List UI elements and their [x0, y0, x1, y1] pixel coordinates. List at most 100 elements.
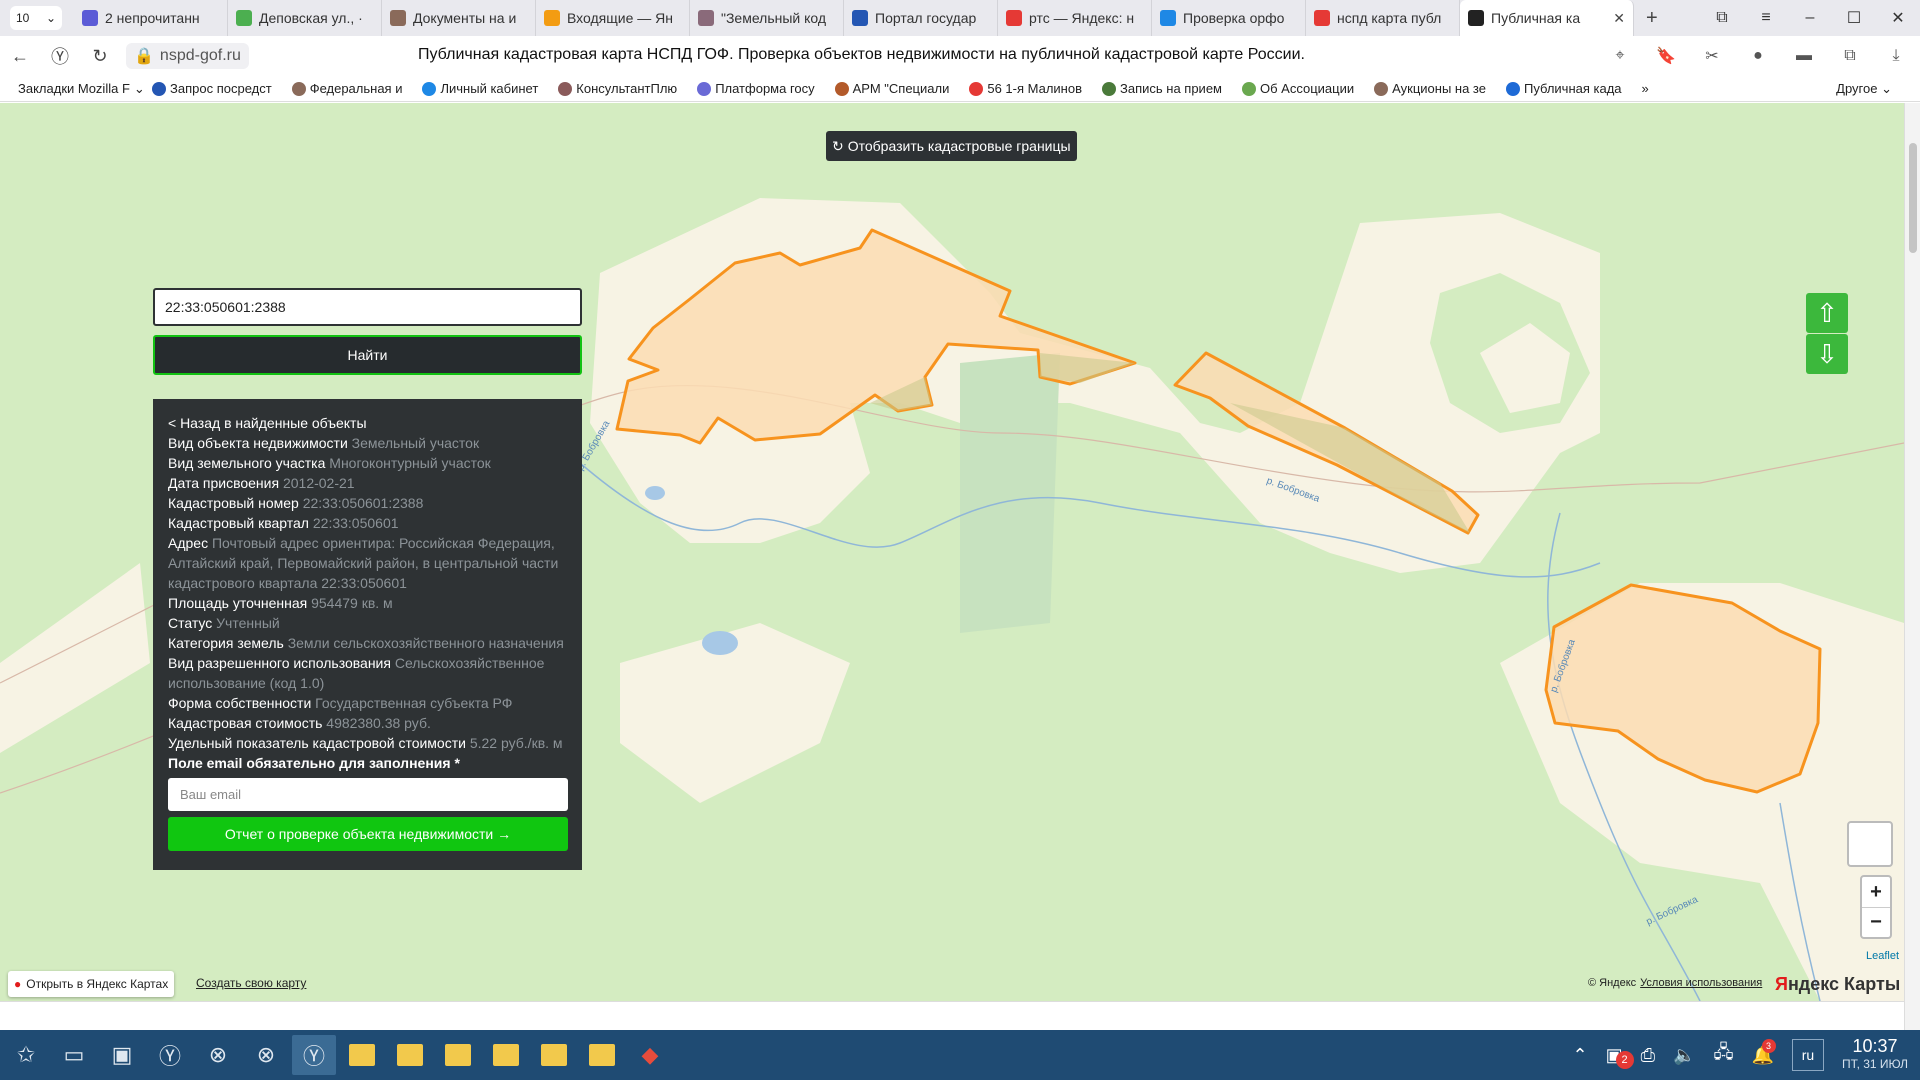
scrollbar-thumb[interactable] [1909, 143, 1917, 253]
arrow-up-button[interactable]: ⇧ [1806, 293, 1848, 333]
report-button[interactable]: Отчет о проверке объекта недвижимости → [168, 817, 568, 851]
open-in-yandex-button[interactable]: ● Открыть в Яндекс Картах [8, 971, 175, 997]
folder-icon[interactable] [484, 1035, 528, 1075]
bookmark-item[interactable]: Публичная када [1496, 81, 1632, 96]
tray-expand-icon[interactable]: ⌃ [1573, 1045, 1588, 1066]
chevron-down-icon: ⌄ [133, 80, 142, 96]
page-title: Публичная кадастровая карта НСПД ГОФ. Пр… [418, 46, 1305, 63]
folder-icon[interactable] [340, 1035, 384, 1075]
notifications-icon[interactable]: 🔔 3 [1752, 1038, 1776, 1066]
bookmark-icon [1102, 81, 1116, 96]
bookmark-item[interactable]: Платформа госу [687, 81, 824, 96]
bookmark-item[interactable]: Запись на прием [1092, 81, 1232, 96]
folder-icon[interactable] [388, 1035, 432, 1075]
clock-date: ПТ, 31 ИЮЛ [1841, 1057, 1908, 1071]
extension-icon[interactable]: ✂ [1698, 42, 1726, 70]
yandex-browser-active-icon[interactable]: Ⓨ [292, 1035, 336, 1075]
tab-1[interactable]: 2 непрочитанн [74, 0, 228, 36]
bookmark-icon [422, 81, 437, 96]
info-label: Дата присвоения [168, 475, 280, 491]
bookmark-icon[interactable]: 🔖 [1652, 42, 1680, 70]
open-land-area [0, 563, 150, 753]
messenger-icon[interactable]: ▣ 2 [1606, 1045, 1634, 1069]
window-switcher-icon[interactable]: ▭ [52, 1035, 96, 1075]
tab-9[interactable]: нспд карта публ [1306, 0, 1460, 36]
map-view[interactable]: р. Бобровка р. Бобровка р. Бобровка р. Б… [0, 103, 1904, 1001]
language-indicator[interactable]: ru [1791, 1039, 1824, 1071]
tab-6[interactable]: Портал государ [844, 0, 998, 36]
layers-control[interactable] [1847, 821, 1893, 867]
volume-icon[interactable]: 🔈 [1673, 1045, 1695, 1066]
arrow-down-button[interactable]: ⇩ [1806, 334, 1848, 374]
tab-7[interactable]: ртс — Яндекс: н [998, 0, 1152, 36]
system-tray: ⌃ ▣ 2 ⎙ 🔈 🖧 🔔 3 ru 10:37 ПТ, 31 ИЮЛ [1573, 1030, 1920, 1080]
email-input[interactable]: Ваш email [168, 778, 568, 811]
menu-icon[interactable]: ≡ [1744, 9, 1788, 27]
bookmark-item[interactable]: Федеральная и [282, 81, 413, 96]
other-bookmarks[interactable]: Другое ⌄ [1836, 81, 1892, 97]
tab-5[interactable]: "Земельный код [690, 0, 844, 36]
clock[interactable]: 10:37 ПТ, 31 ИЮЛ [1842, 1037, 1908, 1073]
yandex-icon[interactable]: Ⓨ [40, 43, 80, 69]
show-cadastral-borders-button[interactable]: ↻ Отобразить кадастровые границы [826, 131, 1077, 161]
bookmark-item[interactable]: 56 1-я Малинов [959, 81, 1092, 96]
close-tab-icon[interactable]: ✕ [1613, 10, 1625, 27]
app-icon[interactable]: ◆ [628, 1035, 672, 1075]
close-circle-icon[interactable]: ⊗ [244, 1035, 288, 1075]
folder-icon[interactable] [580, 1035, 624, 1075]
bookmark-item[interactable]: Аукционы на зе [1364, 81, 1496, 96]
network-icon[interactable]: 🖧 [1713, 1040, 1733, 1070]
info-value: 22:33:050601 [312, 515, 399, 531]
leaflet-attribution[interactable]: Leaflet [1866, 950, 1899, 962]
more-bookmarks-icon[interactable]: » [1632, 81, 1659, 96]
bookmark-item[interactable]: АРМ "Специали [825, 81, 960, 96]
folder-icon[interactable] [532, 1035, 576, 1075]
collections-icon[interactable]: ⧉ [1700, 9, 1744, 27]
desktop-icon[interactable]: ▣ [100, 1035, 144, 1075]
info-label: Кадастровый номер [168, 495, 299, 511]
cadastral-search-input[interactable]: 22:33:050601:2388 [153, 288, 582, 326]
download-icon[interactable]: ⤓ [1882, 42, 1910, 70]
tab-2[interactable]: Деповская ул., · [228, 0, 382, 36]
printer-icon[interactable]: ⎙ [1641, 1045, 1655, 1066]
tab-bar: 10 ⌄ 2 непрочитанн Деповская ул., · Доку… [0, 0, 1920, 36]
map-pin-icon: ● [14, 977, 22, 991]
extension-icon[interactable]: ▬ [1790, 42, 1818, 70]
bookmark-item[interactable]: Об Ассоциации [1232, 81, 1364, 96]
bookmark-item[interactable]: Запрос посредст [142, 81, 282, 96]
screenshot-icon[interactable]: ⧉ [1836, 42, 1864, 70]
terms-link[interactable]: Условия использования [1640, 977, 1762, 989]
tab-count-button[interactable]: 10 ⌄ [10, 6, 62, 30]
bookmark-label: Аукционы на зе [1392, 81, 1486, 96]
info-value: 22:33:050601:2388 [302, 495, 424, 511]
location-icon[interactable]: ⌖ [1606, 42, 1634, 70]
minimize-button[interactable]: – [1788, 9, 1832, 27]
bookmark-folder[interactable]: Закладки Mozilla F ⌄ [0, 81, 142, 97]
folder-icon[interactable] [436, 1035, 480, 1075]
new-tab-button[interactable]: + [1646, 7, 1658, 30]
back-to-results-link[interactable]: < Назад в найденные объекты [168, 413, 567, 433]
tab-title: Документы на и [413, 10, 517, 26]
find-button[interactable]: Найти [153, 335, 582, 375]
close-circle-icon[interactable]: ⊗ [196, 1035, 240, 1075]
yandex-browser-icon[interactable]: Ⓨ [148, 1035, 192, 1075]
maximize-button[interactable]: ☐ [1832, 8, 1876, 28]
reload-icon[interactable]: ↻ [80, 46, 120, 67]
back-icon[interactable]: ← [0, 46, 40, 67]
bookmark-item[interactable]: КонсультантПлю [548, 81, 687, 96]
info-value: Почтовый адрес ориентира: Российская Фед… [168, 535, 559, 591]
create-map-link[interactable]: Создать свою карту [196, 976, 306, 990]
vertical-scrollbar[interactable] [1904, 103, 1920, 1030]
favicon-icon [852, 10, 868, 26]
tab-8[interactable]: Проверка орфо [1152, 0, 1306, 36]
tab-active[interactable]: Публичная ка ✕ [1460, 0, 1634, 36]
tab-3[interactable]: Документы на и [382, 0, 536, 36]
tab-4[interactable]: Входящие — Ян [536, 0, 690, 36]
zoom-out-button[interactable]: − [1862, 907, 1890, 937]
extension-icon[interactable]: ● [1744, 42, 1772, 70]
close-window-button[interactable]: ✕ [1876, 8, 1920, 28]
bookmark-item[interactable]: Личный кабинет [412, 81, 548, 96]
zoom-in-button[interactable]: + [1862, 877, 1890, 907]
address-bar[interactable]: 🔒 nspd-gof.ru [126, 43, 249, 69]
start-menu-icon[interactable]: ✩ [4, 1035, 48, 1075]
